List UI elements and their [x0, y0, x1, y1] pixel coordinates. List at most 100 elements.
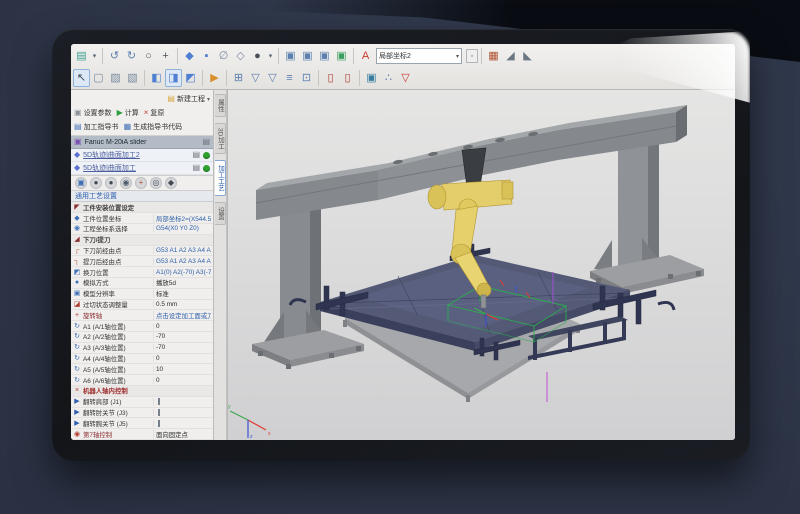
property-row[interactable]: ┐提刀后经由点G53 A1 A2 A3 A4 A5 A6: [71, 256, 213, 267]
orange-arrow-icon[interactable]: ▶: [206, 69, 223, 87]
property-value[interactable]: 局部坐标2=(X544.582…: [153, 214, 211, 223]
property-row[interactable]: ↻A5 (A/5轴位置)10: [71, 364, 213, 375]
property-row[interactable]: ◆工件位置坐标局部坐标2=(X544.582…: [71, 213, 213, 224]
probe-icon[interactable]: ⊡: [298, 69, 315, 87]
property-row[interactable]: ↻A3 (A/3轴位置)-70: [71, 343, 213, 354]
property-row[interactable]: +旋转轴点击设定加工面或刀轴…: [71, 310, 213, 321]
stamp-icon-1[interactable]: ▨: [107, 69, 124, 87]
filter-funnel-icon-2[interactable]: ▽: [264, 69, 281, 87]
dropdown-caret-icon[interactable]: ▾: [266, 47, 275, 65]
window-layout-icon-2[interactable]: ▣: [299, 47, 316, 65]
stats-icon[interactable]: ▦: [485, 47, 502, 65]
display-style-icon[interactable]: ▪: [198, 47, 215, 65]
property-value[interactable]: G53 A1 A2 A3 A4 A5 A6: [153, 247, 211, 254]
pdf-export-icon[interactable]: A: [357, 47, 374, 65]
set-params-button[interactable]: ▣设置参数: [74, 108, 112, 118]
window-layout-icon-3[interactable]: ▣: [316, 47, 333, 65]
checkbox[interactable]: [158, 398, 160, 405]
report-page-icon-2[interactable]: ▯: [339, 69, 356, 87]
select-cursor-icon[interactable]: ↖: [73, 69, 90, 87]
reset-button[interactable]: ×复原: [144, 108, 165, 118]
layers-icon[interactable]: ≡: [281, 69, 298, 87]
sim-sphere-icon-1[interactable]: ●: [90, 177, 102, 189]
calculate-button[interactable]: ▶计算: [117, 108, 139, 118]
zoom-icon[interactable]: ○: [140, 47, 157, 65]
property-row[interactable]: ↻A6 (A/6轴位置)0: [71, 375, 213, 386]
sim-globe-icon[interactable]: ◎: [150, 177, 162, 189]
tree-robot-row[interactable]: ▣ Fanuc M-20iA slider ▤: [71, 136, 213, 149]
property-value[interactable]: 标准: [153, 289, 211, 298]
new-doc-icon[interactable]: ▤: [73, 47, 90, 65]
sim-tool-icon[interactable]: +: [135, 177, 147, 189]
generate-code-button[interactable]: ▦生成指导书代码: [124, 122, 183, 132]
checkbox[interactable]: [158, 409, 160, 416]
property-row[interactable]: ↻A4 (A/4轴位置)0: [71, 354, 213, 365]
tree-operation-row[interactable]: ◆5D轨迹|曲面加工▤: [71, 162, 213, 175]
image-view-icon[interactable]: ▣: [363, 69, 380, 87]
sim-cube-icon[interactable]: ▣: [75, 177, 87, 189]
measure-icon[interactable]: ◢: [502, 47, 519, 65]
side-tab-0[interactable]: 属性: [215, 94, 226, 117]
property-value[interactable]: A1(0) A2(-70) A3(-70): [153, 269, 211, 276]
red-funnel-icon[interactable]: ▽: [397, 69, 414, 87]
property-value[interactable]: 0: [153, 323, 211, 330]
property-row[interactable]: ▣模型分辨率标准: [71, 289, 213, 300]
sim-sphere-icon-2[interactable]: ●: [105, 177, 117, 189]
report-page-icon-1[interactable]: ▯: [322, 69, 339, 87]
property-value[interactable]: G54(X0 Y0 Z0): [153, 225, 211, 232]
property-row[interactable]: ┌下刀前经由点G53 A1 A2 A3 A4 A5 A6: [71, 246, 213, 257]
property-row[interactable]: ▶翻转腕关节 (J5): [71, 418, 213, 429]
toolpath-page-icon-3[interactable]: ◩: [182, 69, 199, 87]
toolpath-page-icon-2[interactable]: ◨: [165, 69, 182, 87]
orbit-view-icon[interactable]: ↺: [106, 47, 123, 65]
side-tab-1[interactable]: 3D加工: [215, 123, 226, 154]
side-tab-3[interactable]: 设置: [215, 202, 226, 225]
property-value[interactable]: -70: [153, 333, 211, 340]
property-value[interactable]: 播放5d: [153, 278, 211, 287]
sim-cam-icon[interactable]: ◆: [165, 177, 177, 189]
property-row[interactable]: ◉工程坐标系选择G54(X0 Y0 Z0): [71, 224, 213, 235]
box-select-icon[interactable]: ▢: [90, 69, 107, 87]
gantry-right-column[interactable]: [590, 134, 704, 294]
pan-icon[interactable]: +: [157, 47, 174, 65]
property-value[interactable]: 0: [153, 377, 211, 384]
coordinate-system-combo[interactable]: 局部坐标2▾: [376, 48, 462, 64]
dropdown-caret-icon[interactable]: ▾: [90, 47, 99, 65]
stamp-icon-2[interactable]: ▧: [124, 69, 141, 87]
property-row[interactable]: ●模拟方式播放5d: [71, 278, 213, 289]
tree-operation-row[interactable]: ◆5D轨迹|曲面加工2▤: [71, 149, 213, 162]
property-value[interactable]: 0.5 mm: [153, 301, 211, 308]
sim-avatar-icon[interactable]: ◉: [120, 177, 132, 189]
terrain-icon[interactable]: ◣: [519, 47, 536, 65]
property-value[interactable]: G53 A1 A2 A3 A4 A5 A6: [153, 258, 211, 265]
checkbox[interactable]: [158, 420, 160, 427]
side-tab-2[interactable]: 加工工艺: [215, 160, 226, 196]
wireframe-icon[interactable]: ◇: [232, 47, 249, 65]
viewport-3d[interactable]: x y z: [227, 90, 735, 440]
property-value[interactable]: 点击设定加工面或刀轴…: [153, 311, 211, 320]
toolpath-page-icon-1[interactable]: ◧: [148, 69, 165, 87]
network-icon[interactable]: ∴: [380, 69, 397, 87]
render-sphere-icon[interactable]: ●: [249, 47, 266, 65]
property-row[interactable]: ◉第7轴控制面向固定点: [71, 429, 213, 440]
filter-funnel-icon-1[interactable]: ▽: [247, 69, 264, 87]
property-row[interactable]: ▶翻转肩部 (J1): [71, 397, 213, 408]
property-value[interactable]: -70: [153, 344, 211, 351]
section-view-icon[interactable]: ∅: [215, 47, 232, 65]
window-layout-icon-4[interactable]: ▣: [333, 47, 350, 65]
property-value[interactable]: 10: [153, 366, 211, 373]
property-row[interactable]: ↻A2 (A/2轴位置)-70: [71, 332, 213, 343]
shaded-view-icon[interactable]: ◆: [181, 47, 198, 65]
property-value[interactable]: 0: [153, 355, 211, 362]
property-value[interactable]: 面向固定点: [153, 430, 211, 439]
property-row[interactable]: ◪过切状态调整量0.5 mm: [71, 300, 213, 311]
gantry-left-column[interactable]: [252, 199, 364, 369]
new-project-button[interactable]: ▤ 新建工程 ▾: [167, 94, 210, 104]
window-layout-icon-1[interactable]: ▣: [282, 47, 299, 65]
property-row[interactable]: ↻A1 (A/1轴位置)0: [71, 321, 213, 332]
property-row[interactable]: ◩换刀位置A1(0) A2(-70) A3(-70): [71, 267, 213, 278]
rotate-view-icon[interactable]: ↻: [123, 47, 140, 65]
combo-side-button[interactable]: ▫: [466, 49, 478, 63]
work-instruction-button[interactable]: ▤加工指导书: [74, 122, 119, 132]
property-row[interactable]: ▶翻转肘关节 (J3): [71, 408, 213, 419]
